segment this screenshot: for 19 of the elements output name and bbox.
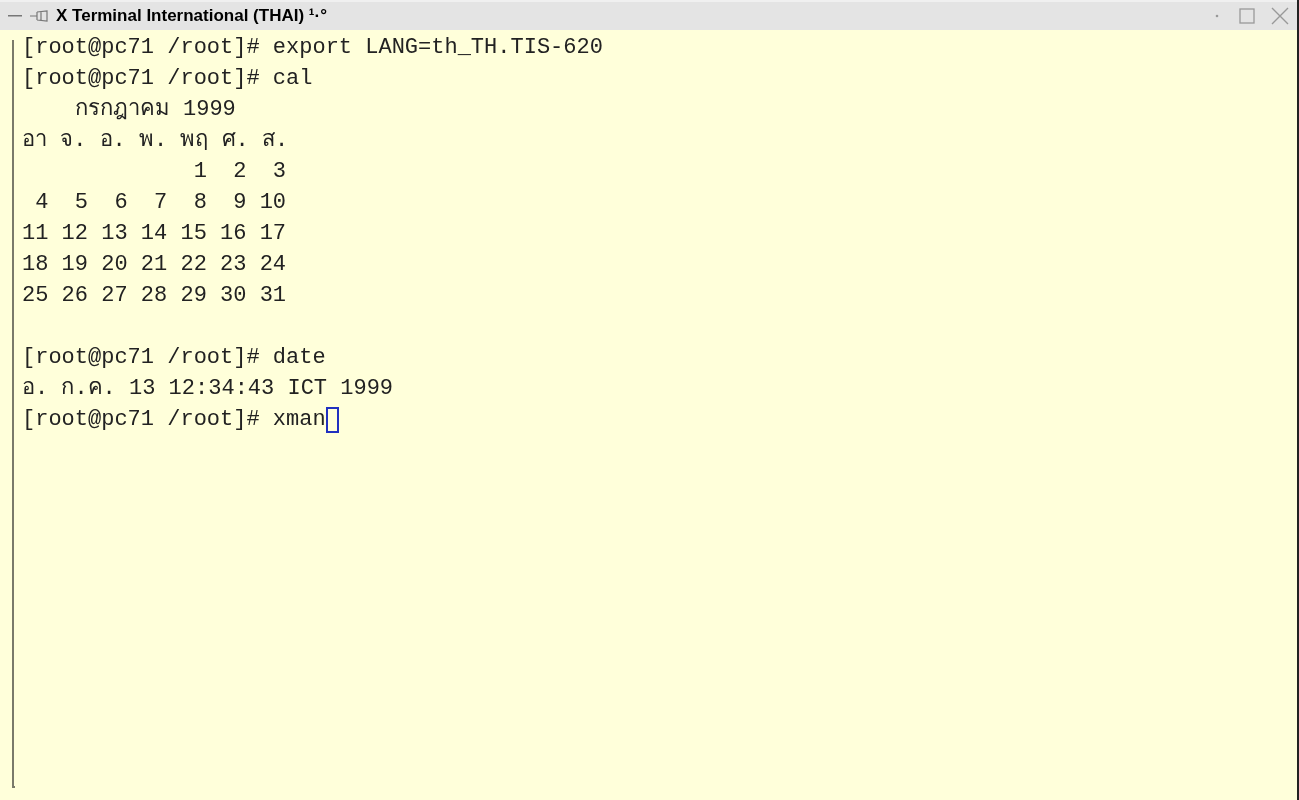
terminal-line: 18 19 20 21 22 23 24 (22, 251, 287, 279)
terminal-line: [root@pc71 /root]# xman (22, 406, 326, 434)
pin-icon[interactable] (30, 9, 48, 23)
terminal-line: 25 26 27 28 29 30 31 (22, 282, 287, 310)
terminal-line: กรกฎาคม 1999 (73, 96, 236, 124)
minimize-icon[interactable] (8, 14, 22, 18)
terminal-line: [root@pc71 /root]# cal (22, 65, 313, 93)
terminal-line: 11 12 13 14 15 16 17 (22, 220, 287, 248)
terminal-line: [root@pc71 /root]# date (22, 344, 326, 372)
dot-icon[interactable] (1215, 14, 1219, 18)
terminal-line: อา จ. อ. พ. พฤ ศ. ส. (22, 127, 289, 155)
terminal-line: [root@pc71 /root]# export LANG=th_TH.TIS-620 (22, 34, 603, 62)
close-icon[interactable] (1271, 7, 1289, 25)
terminal-line: อ. ก.ค. 13 12:34:43 ICT 1999 (22, 375, 394, 403)
cursor (325, 406, 339, 433)
window-title: X Terminal International (THAI) ¹·° (56, 5, 327, 28)
terminal-line: 1 2 3 (192, 158, 287, 186)
terminal-line: 4 5 6 7 8 9 10 (34, 189, 287, 217)
maximize-icon[interactable] (1239, 8, 1255, 24)
